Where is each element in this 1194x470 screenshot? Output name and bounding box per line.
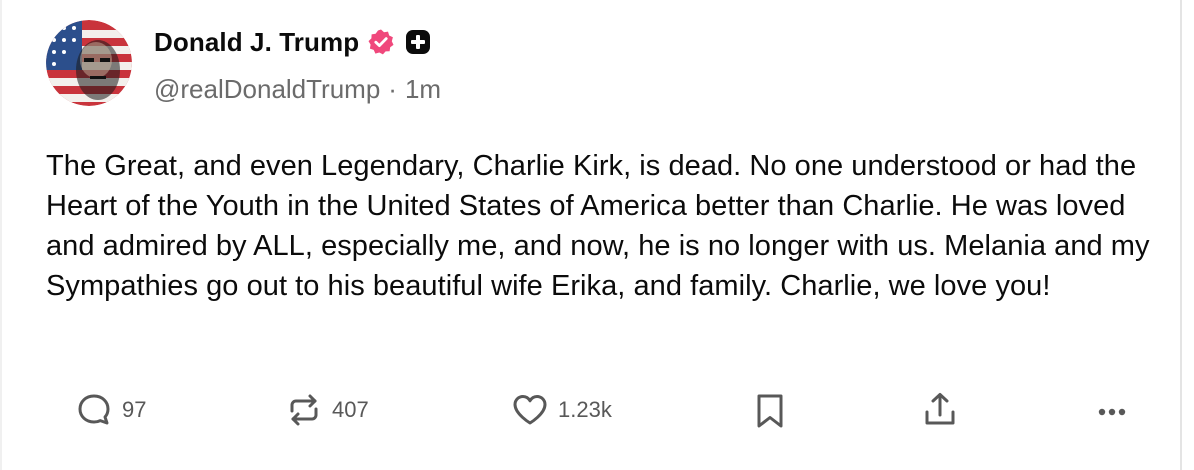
ellipsis-icon bbox=[1098, 408, 1126, 416]
author-name-row: Donald J. Trump bbox=[154, 24, 431, 60]
repost-count: 407 bbox=[332, 397, 369, 422]
plus-badge-icon bbox=[405, 29, 431, 55]
speech-bubble-icon bbox=[78, 394, 110, 425]
like-button[interactable]: 1.23k bbox=[510, 386, 612, 434]
repost-arrows-icon bbox=[290, 394, 318, 426]
post-timestamp[interactable]: 1m bbox=[405, 74, 441, 105]
post-card: Donald J. Trump @realDonaldTrump · 1m Th… bbox=[0, 0, 1182, 470]
author-handle[interactable]: @realDonaldTrump bbox=[154, 74, 380, 105]
post-body: The Great, and even Legendary, Charlie K… bbox=[46, 150, 1150, 302]
author-handle-row: @realDonaldTrump · 1m bbox=[154, 74, 441, 105]
reply-count: 97 bbox=[122, 397, 147, 422]
verified-badge-icon bbox=[367, 28, 395, 56]
bookmark-icon bbox=[757, 394, 783, 428]
post-actions-bar: 97 407 1.23k bbox=[2, 386, 1184, 434]
meta-separator: · bbox=[388, 74, 397, 104]
repost-button[interactable]: 407 bbox=[284, 386, 369, 434]
more-options-button[interactable] bbox=[1092, 386, 1132, 434]
reply-button[interactable]: 97 bbox=[74, 386, 146, 434]
share-upload-icon bbox=[925, 393, 955, 425]
avatar-image bbox=[46, 20, 132, 106]
share-button[interactable] bbox=[920, 386, 960, 434]
bookmark-button[interactable] bbox=[752, 386, 788, 434]
heart-icon bbox=[513, 395, 547, 425]
author-display-name[interactable]: Donald J. Trump bbox=[154, 27, 359, 58]
avatar[interactable] bbox=[46, 20, 132, 106]
like-count: 1.23k bbox=[558, 397, 612, 422]
